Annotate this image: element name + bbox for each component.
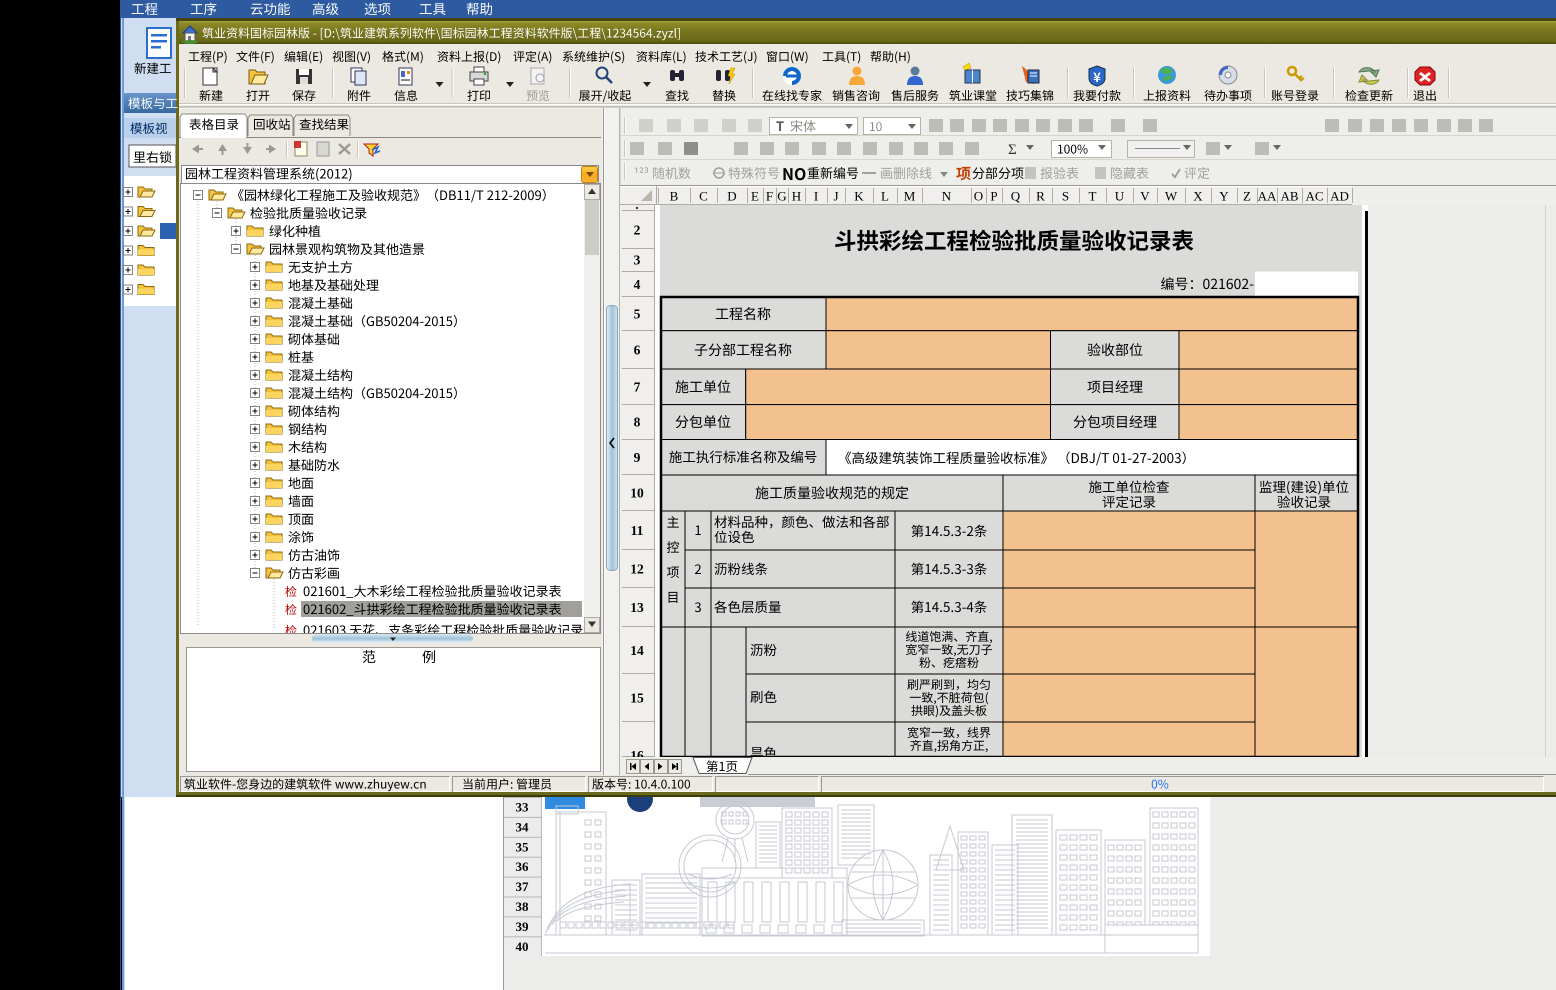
svg-text:15: 15 <box>630 691 644 706</box>
svg-text:AC: AC <box>1305 189 1323 204</box>
svg-text:8: 8 <box>634 415 641 430</box>
svg-text:F: F <box>766 189 773 204</box>
svg-text:E: E <box>751 189 759 204</box>
svg-text:Y: Y <box>1219 189 1229 204</box>
svg-text:V: V <box>1140 189 1150 204</box>
svg-text:11: 11 <box>631 523 644 538</box>
svg-text:7: 7 <box>634 379 641 394</box>
svg-text:N: N <box>942 189 952 204</box>
svg-text:P: P <box>990 189 997 204</box>
svg-text:T: T <box>1089 189 1097 204</box>
svg-text:AB: AB <box>1280 189 1298 204</box>
svg-text:S: S <box>1062 189 1069 204</box>
svg-text:AD: AD <box>1330 189 1349 204</box>
svg-text:10: 10 <box>630 486 644 501</box>
svg-text:40: 40 <box>516 939 529 954</box>
svg-text:H: H <box>792 189 801 204</box>
svg-text:K: K <box>854 189 864 204</box>
svg-text:I: I <box>814 189 818 204</box>
svg-text:33: 33 <box>516 800 530 815</box>
svg-text:3: 3 <box>634 253 641 268</box>
svg-text:34: 34 <box>516 819 530 834</box>
svg-text:C: C <box>699 189 708 204</box>
svg-text:G: G <box>777 189 786 204</box>
svg-text:X: X <box>1193 189 1203 204</box>
svg-text:Q: Q <box>1011 189 1021 204</box>
svg-text:J: J <box>833 189 838 204</box>
svg-text:39: 39 <box>516 919 530 934</box>
svg-text:14: 14 <box>630 643 644 658</box>
svg-text:R: R <box>1036 189 1045 204</box>
svg-text:6: 6 <box>634 342 641 357</box>
svg-text:12: 12 <box>630 562 644 577</box>
svg-text:5: 5 <box>634 306 641 321</box>
svg-text:Z: Z <box>1243 189 1251 204</box>
svg-text:D: D <box>727 189 736 204</box>
svg-text:13: 13 <box>630 600 644 615</box>
svg-text:4: 4 <box>634 277 641 292</box>
svg-text:Σ: Σ <box>1008 142 1017 158</box>
svg-text:L: L <box>881 189 889 204</box>
svg-text:B: B <box>670 189 679 204</box>
svg-text:37: 37 <box>516 879 530 894</box>
svg-text:AA: AA <box>1258 189 1277 204</box>
svg-text:M: M <box>904 189 916 204</box>
svg-text:2: 2 <box>634 222 641 237</box>
svg-text:U: U <box>1115 189 1125 204</box>
svg-text:38: 38 <box>516 899 530 914</box>
svg-text:35: 35 <box>516 839 530 854</box>
svg-text:W: W <box>1165 189 1178 204</box>
svg-text:O: O <box>974 189 983 204</box>
svg-text:9: 9 <box>634 450 641 465</box>
svg-text:36: 36 <box>516 859 530 874</box>
